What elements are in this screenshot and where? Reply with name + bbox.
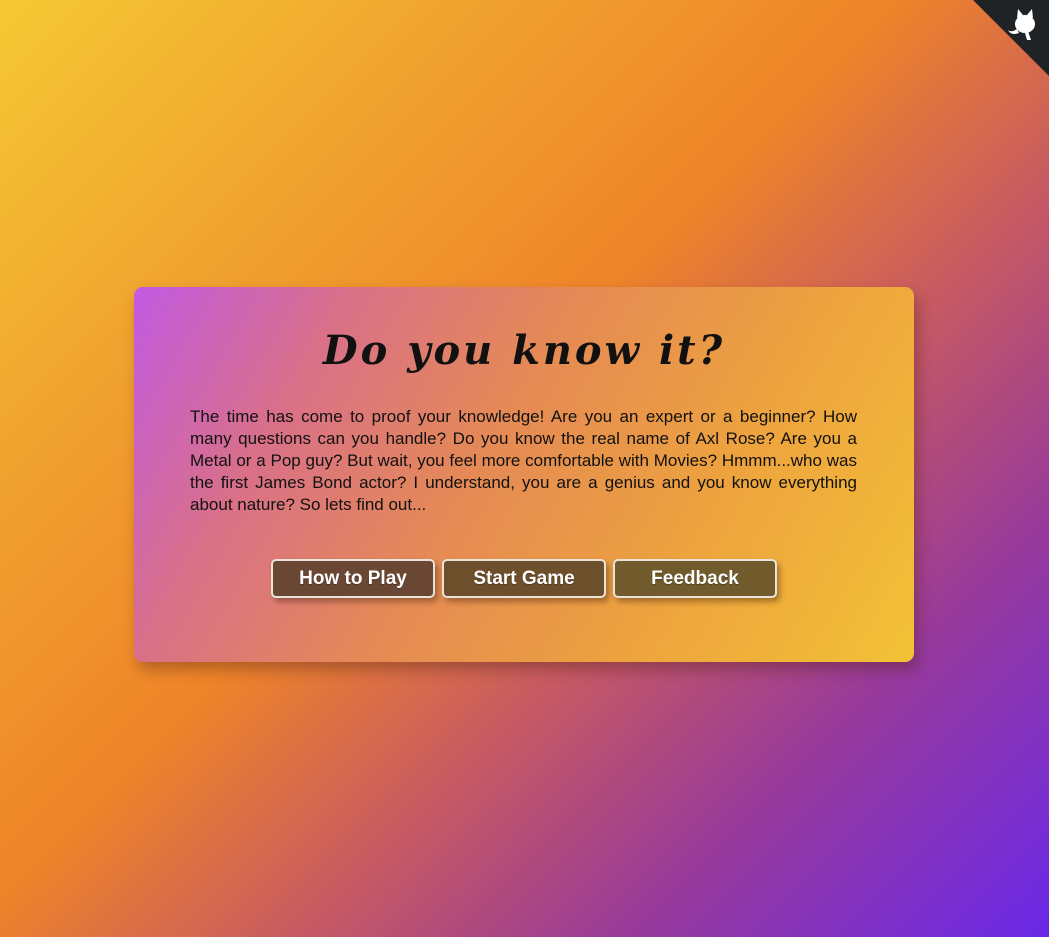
page-title: Do you know it? [322,327,726,374]
intro-card: Do you know it? The time has come to pro… [134,287,914,662]
how-to-play-button[interactable]: How to Play [271,559,435,598]
github-icon [973,0,1049,76]
feedback-button[interactable]: Feedback [613,559,777,598]
start-game-button[interactable]: Start Game [442,559,606,598]
intro-text: The time has come to proof your knowledg… [190,407,857,514]
github-corner-link[interactable] [973,0,1049,76]
button-row: How to Play Start Game Feedback [134,559,914,598]
